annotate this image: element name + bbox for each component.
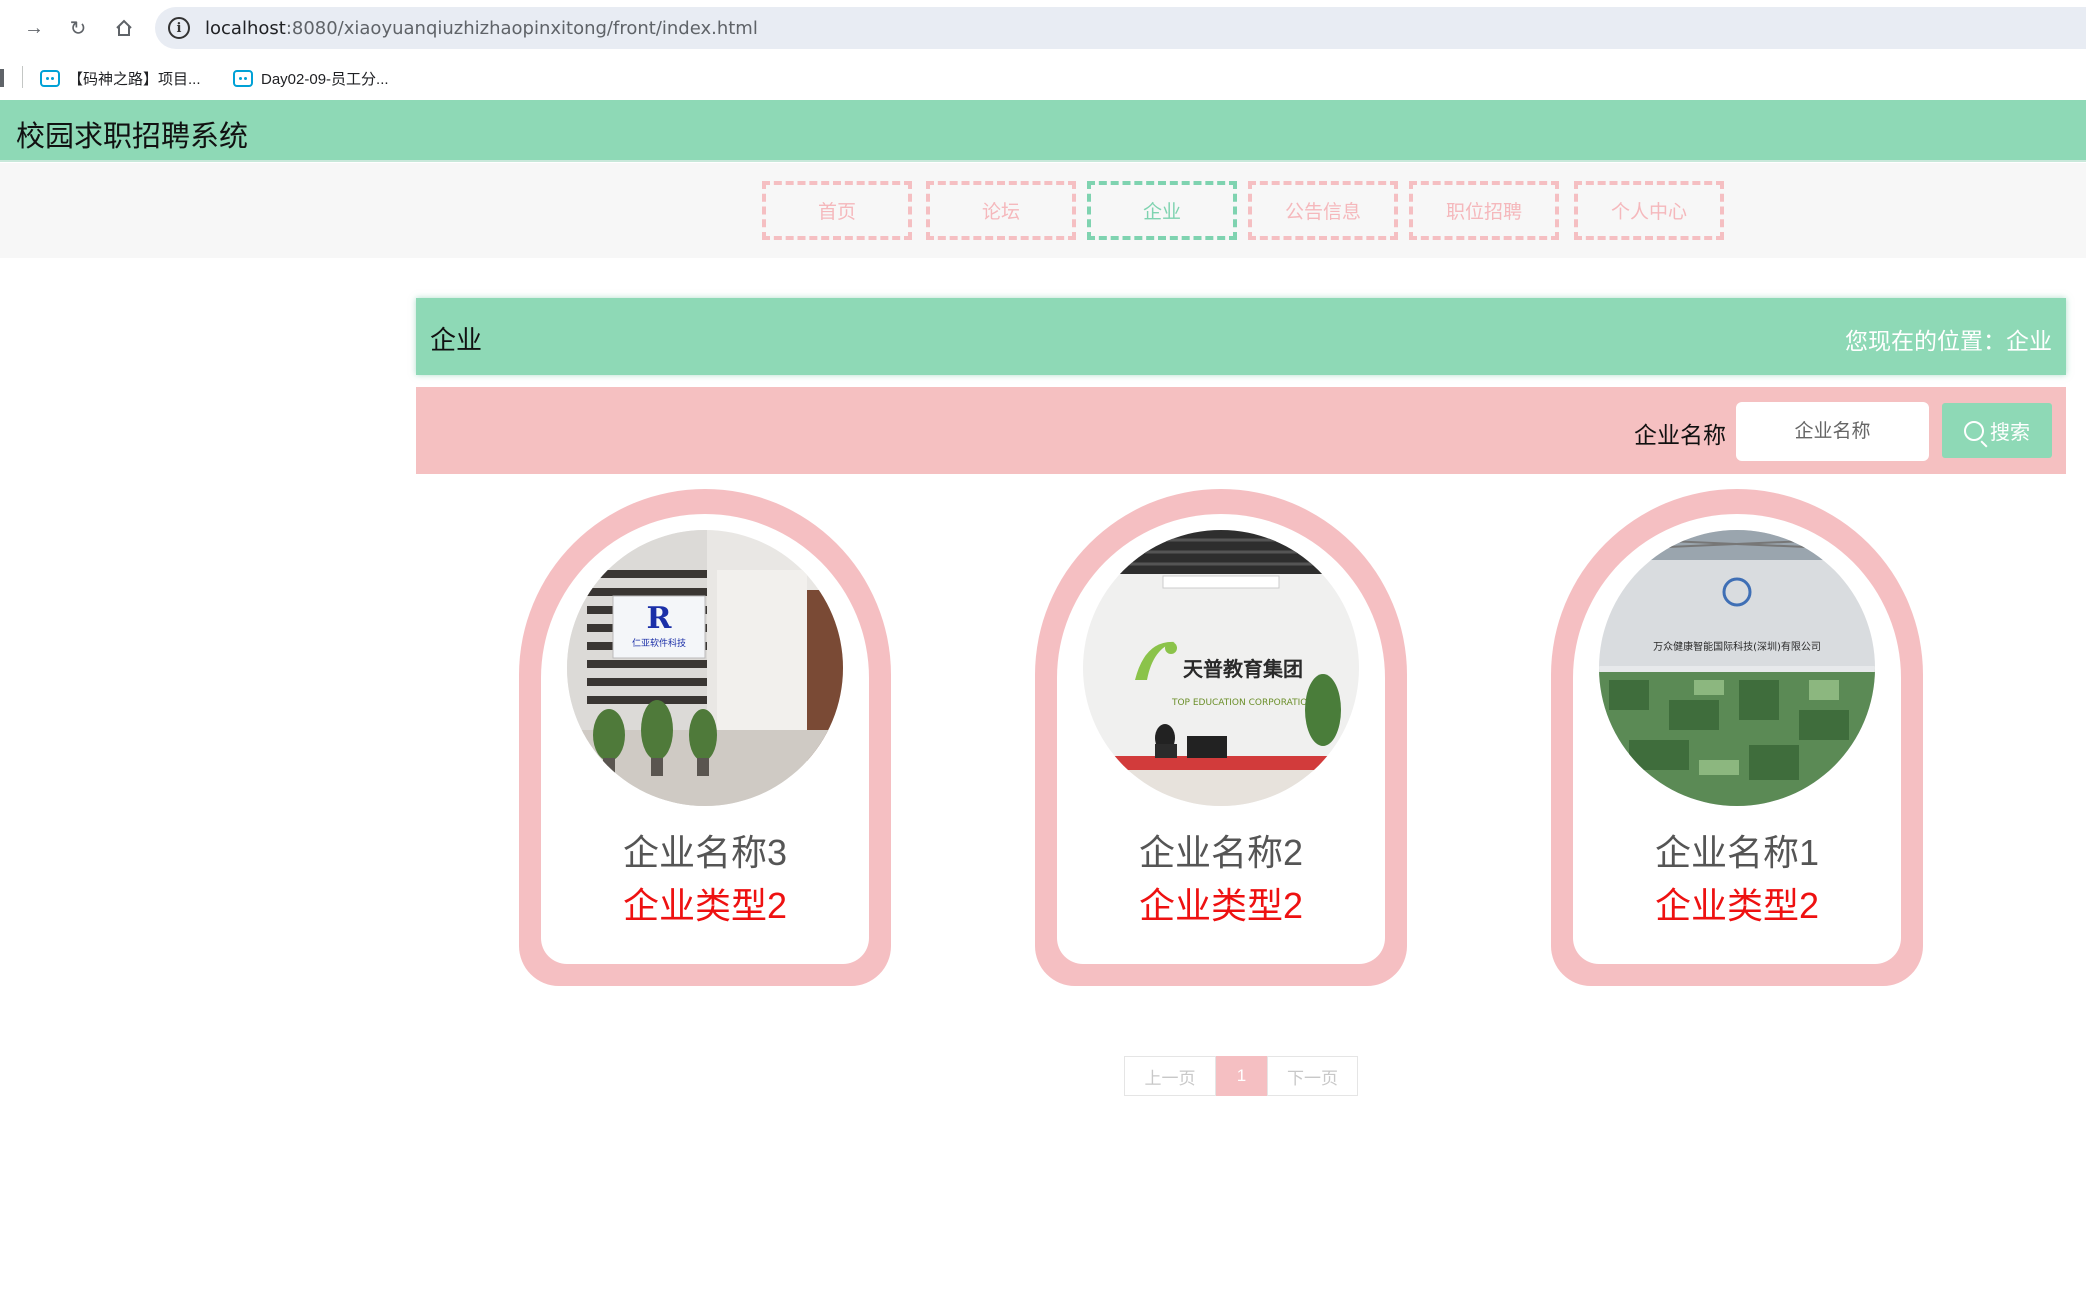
nav-item-notice[interactable]: 公告信息: [1248, 181, 1398, 240]
pagination: 上一页 1 下一页: [1124, 1056, 1358, 1096]
company-name: 企业名称3: [622, 832, 788, 873]
green-desk-image: 万众健康智能国际科技(深圳)有限公司: [1599, 530, 1875, 806]
prev-page-button[interactable]: 上一页: [1124, 1056, 1216, 1096]
url-host: localhost: [205, 17, 286, 39]
bookmarks-bar: 【码神之路】项目... Day02-09-员工分...: [0, 56, 2086, 100]
svg-text:R: R: [647, 601, 673, 636]
bookmark-item[interactable]: 【码神之路】项目...: [40, 64, 201, 92]
app-header: 校园求职招聘系统: [0, 100, 2086, 162]
bilibili-icon: [40, 69, 60, 87]
company-image[interactable]: 万众健康智能国际科技(深圳)有限公司: [1599, 530, 1875, 806]
browser-toolbar: → ↻ i localhost:8080/xiaoyuanqiuzhizhaop…: [0, 0, 2086, 56]
breadcrumb-banner: 企业 您现在的位置：企业: [416, 298, 2066, 375]
company-card[interactable]: 万众健康智能国际科技(深圳)有限公司 企业名称1 企业类型2: [1551, 489, 1923, 986]
site-info-icon[interactable]: i: [168, 17, 190, 39]
page-title: 企业: [430, 325, 483, 355]
nav-item-home[interactable]: 首页: [762, 181, 912, 240]
nav-item-forum[interactable]: 论坛: [926, 181, 1076, 240]
company-card[interactable]: R 仁亚软件科技 企业名称3 企业类型2: [519, 489, 891, 986]
office-lobby-image: R 仁亚软件科技: [567, 530, 843, 806]
bilibili-icon: [233, 69, 253, 87]
search-panel: 企业名称 搜索: [416, 387, 2066, 474]
company-type: 企业类型2: [622, 885, 788, 926]
url-text: localhost:8080/xiaoyuanqiuzhizhaopinxito…: [205, 18, 758, 39]
company-type: 企业类型2: [1138, 885, 1304, 926]
company-name: 企业名称2: [1138, 832, 1304, 873]
company-image[interactable]: 天普教育集团 TOP EDUCATION CORPORATION: [1083, 530, 1359, 806]
company-type: 企业类型2: [1654, 885, 1820, 926]
bookmark-item[interactable]: Day02-09-员工分...: [233, 64, 389, 92]
svg-text:万众健康智能国际科技(深圳)有限公司: 万众健康智能国际科技(深圳)有限公司: [1653, 640, 1821, 653]
bookmarks-divider: [22, 66, 23, 88]
search-button-label: 搜索: [1990, 422, 2030, 444]
address-bar[interactable]: i localhost:8080/xiaoyuanqiuzhizhaopinxi…: [155, 7, 2086, 49]
search-icon: [1964, 420, 1984, 441]
reception-image: 天普教育集团 TOP EDUCATION CORPORATION: [1083, 530, 1359, 806]
top-nav: 首页 论坛 企业 公告信息 职位招聘 个人中心: [0, 163, 2086, 258]
company-name-input[interactable]: [1736, 402, 1929, 461]
forward-icon[interactable]: →: [20, 14, 48, 42]
nav-item-profile[interactable]: 个人中心: [1574, 181, 1724, 240]
page-number-current[interactable]: 1: [1216, 1056, 1267, 1096]
search-label: 企业名称: [1634, 422, 1726, 448]
home-icon[interactable]: [110, 14, 138, 42]
url-path: :8080/xiaoyuanqiuzhizhaopinxitong/front/…: [285, 17, 758, 39]
bookmark-label: 【码神之路】项目...: [68, 70, 201, 88]
company-card[interactable]: 天普教育集团 TOP EDUCATION CORPORATION 企业名称2 企…: [1035, 489, 1407, 986]
app-title: 校园求职招聘系统: [16, 121, 249, 153]
svg-text:仁亚软件科技: 仁亚软件科技: [632, 637, 686, 649]
svg-text:天普教育集团: 天普教育集团: [1183, 657, 1303, 681]
nav-item-company[interactable]: 企业: [1087, 181, 1237, 240]
bookmark-label: Day02-09-员工分...: [261, 70, 389, 88]
reload-icon[interactable]: ↻: [64, 14, 92, 42]
search-button[interactable]: 搜索: [1942, 403, 2052, 458]
nav-item-jobs[interactable]: 职位招聘: [1409, 181, 1559, 240]
company-image[interactable]: R 仁亚软件科技: [567, 530, 843, 806]
next-page-button[interactable]: 下一页: [1267, 1056, 1358, 1096]
apps-icon[interactable]: [0, 69, 4, 87]
company-name: 企业名称1: [1654, 832, 1820, 873]
breadcrumb: 您现在的位置：企业: [1845, 328, 2052, 354]
svg-text:TOP EDUCATION CORPORATION: TOP EDUCATION CORPORATION: [1171, 698, 1314, 708]
